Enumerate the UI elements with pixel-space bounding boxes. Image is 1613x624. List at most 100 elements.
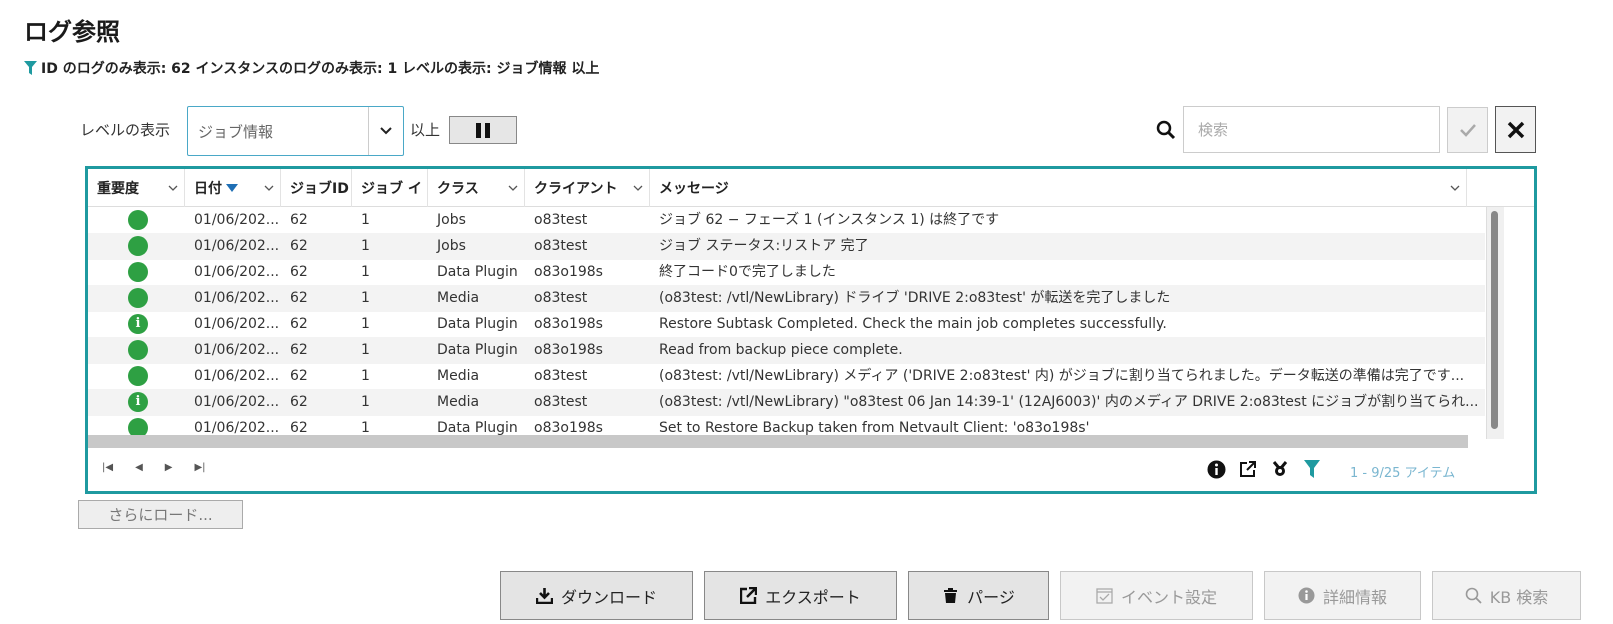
page-title: ログ参照	[24, 18, 120, 46]
column-header-severity[interactable]: 重要度	[88, 169, 185, 207]
pager: |◀ ◀ ▶ ▶|	[102, 462, 206, 473]
cell-date: 01/06/202...	[194, 342, 280, 358]
info-severity-icon: i	[128, 392, 148, 412]
table-row[interactable]: 01/06/202... 62 1 Data Plugin o83o198s Read f…	[88, 337, 1485, 364]
cell-instance: 1	[361, 368, 370, 384]
filter-icon	[24, 61, 37, 75]
close-icon	[1507, 121, 1524, 138]
grid-header: 重要度 日付 ジョブID ジョブ イ クラス クライアント メッセージ	[88, 169, 1534, 207]
cell-job-id: 62	[290, 264, 308, 280]
column-header-job-id[interactable]: ジョブID	[281, 169, 352, 207]
cell-job-id: 62	[290, 238, 308, 254]
chevron-down-icon[interactable]	[368, 107, 403, 155]
level-select[interactable]: ジョブ情報	[187, 106, 404, 156]
load-more-button[interactable]: さらにロード...	[78, 500, 243, 529]
filter-icon[interactable]	[1302, 459, 1322, 479]
cell-instance: 1	[361, 264, 370, 280]
checkbox-calendar-icon	[1096, 588, 1113, 604]
event-settings-button[interactable]: イベント設定	[1060, 571, 1253, 620]
cell-date: 01/06/202...	[194, 290, 280, 306]
sort-descending-icon	[226, 184, 238, 192]
chevron-down-icon[interactable]	[264, 183, 274, 193]
column-header-client[interactable]: クライアント	[525, 169, 650, 207]
cell-class: Media	[437, 290, 480, 306]
info-icon[interactable]	[1206, 459, 1226, 479]
chevron-down-icon[interactable]	[633, 183, 643, 193]
cell-message: 終了コード0で完了しました	[659, 264, 836, 280]
pause-icon-bar	[485, 122, 490, 138]
table-row[interactable]: 01/06/202... 62 1 Data Plugin o83o198s 終了コード0…	[88, 259, 1485, 286]
vertical-scrollbar[interactable]	[1486, 207, 1504, 439]
table-row[interactable]: 01/06/202... 62 1 Media o83test (o83test: /vt…	[88, 285, 1485, 312]
above-label: 以上	[410, 121, 441, 139]
cell-message: ジョブ ステータス:リストア 完了	[659, 238, 869, 254]
pause-button[interactable]	[449, 116, 517, 144]
level-label: レベルの表示	[80, 121, 171, 139]
cell-job-id: 62	[290, 290, 308, 306]
level-select-value: ジョブ情報	[198, 122, 274, 141]
cell-message: ジョブ 62 − フェーズ 1 (インスタンス 1) は終了です	[659, 212, 1000, 228]
column-label: クラス	[437, 181, 479, 197]
filter-summary: ID のログのみ表示: 62 インスタンスのログのみ表示: 1 レベルの表示: …	[24, 58, 599, 78]
column-header-message[interactable]: メッセージ	[650, 169, 1467, 207]
cell-class: Data Plugin	[437, 316, 518, 332]
table-row[interactable]: i 01/06/202... 62 1 Media o83test (o83test: /v…	[88, 389, 1485, 416]
purge-button[interactable]: パージ	[908, 571, 1049, 620]
cell-instance: 1	[361, 238, 370, 254]
scrollbar-thumb[interactable]	[1491, 211, 1498, 429]
kb-search-button[interactable]: KB 検索	[1432, 571, 1581, 620]
cell-class: Data Plugin	[437, 342, 518, 358]
table-row[interactable]: i 01/06/202... 62 1 Data Plugin o83o198s Resto…	[88, 311, 1485, 338]
cell-class: Data Plugin	[437, 264, 518, 280]
column-label: 日付	[194, 181, 222, 197]
table-row[interactable]: 01/06/202... 62 1 Media o83test (o83test: /vt…	[88, 363, 1485, 390]
cell-job-id: 62	[290, 394, 308, 410]
download-label: ダウンロード	[560, 587, 657, 607]
cell-date: 01/06/202...	[194, 212, 280, 228]
cell-client: o83o198s	[534, 316, 603, 332]
check-icon	[1459, 124, 1476, 137]
column-label: メッセージ	[659, 181, 729, 197]
cell-client: o83test	[534, 290, 588, 306]
column-label: ジョブID	[290, 181, 349, 197]
table-row[interactable]: 01/06/202... 62 1 Jobs o83test ジョブ ステータス:リストア…	[88, 233, 1485, 260]
cell-job-id: 62	[290, 212, 308, 228]
export-button[interactable]: エクスポート	[704, 571, 897, 620]
cell-instance: 1	[361, 316, 370, 332]
cell-date: 01/06/202...	[194, 394, 280, 410]
column-label: 重要度	[97, 181, 139, 197]
column-header-class[interactable]: クラス	[428, 169, 525, 207]
column-header-job-instance[interactable]: ジョブ イ	[352, 169, 428, 207]
cell-message: (o83test: /vtl/NewLibrary) "o83test 06 J…	[659, 394, 1479, 410]
clear-search-button[interactable]	[1495, 106, 1536, 153]
first-page-icon[interactable]: |◀	[102, 462, 113, 473]
cell-client: o83test	[534, 238, 588, 254]
grid-footer: |◀ ◀ ▶ ▶| 1 - 9/25 アイテム	[88, 450, 1534, 490]
cell-instance: 1	[361, 290, 370, 306]
download-icon	[535, 588, 553, 604]
info-severity-icon: i	[128, 314, 148, 334]
cell-instance: 1	[361, 212, 370, 228]
column-header-date[interactable]: 日付	[185, 169, 281, 207]
export-icon[interactable]	[1238, 459, 1258, 479]
details-button[interactable]: 詳細情報	[1264, 571, 1421, 620]
cell-class: Media	[437, 394, 480, 410]
download-button[interactable]: ダウンロード	[500, 571, 693, 620]
cell-job-id: 62	[290, 342, 308, 358]
apply-search-button[interactable]	[1447, 107, 1488, 153]
last-page-icon[interactable]: ▶|	[194, 462, 205, 473]
settings-icon[interactable]	[1270, 459, 1290, 479]
chevron-down-icon[interactable]	[1450, 183, 1460, 193]
search-input[interactable]	[1183, 106, 1440, 153]
export-label: エクスポート	[765, 587, 861, 607]
cell-date: 01/06/202...	[194, 264, 280, 280]
chevron-down-icon[interactable]	[508, 183, 518, 193]
horizontal-scrollbar[interactable]	[88, 435, 1468, 448]
cell-instance: 1	[361, 342, 370, 358]
cell-class: Jobs	[437, 238, 466, 254]
cell-job-id: 62	[290, 316, 308, 332]
chevron-down-icon[interactable]	[168, 183, 178, 193]
next-page-icon[interactable]: ▶	[165, 462, 173, 473]
prev-page-icon[interactable]: ◀	[135, 462, 143, 473]
table-row[interactable]: 01/06/202... 62 1 Jobs o83test ジョブ 62 − フェーズ …	[88, 207, 1485, 234]
